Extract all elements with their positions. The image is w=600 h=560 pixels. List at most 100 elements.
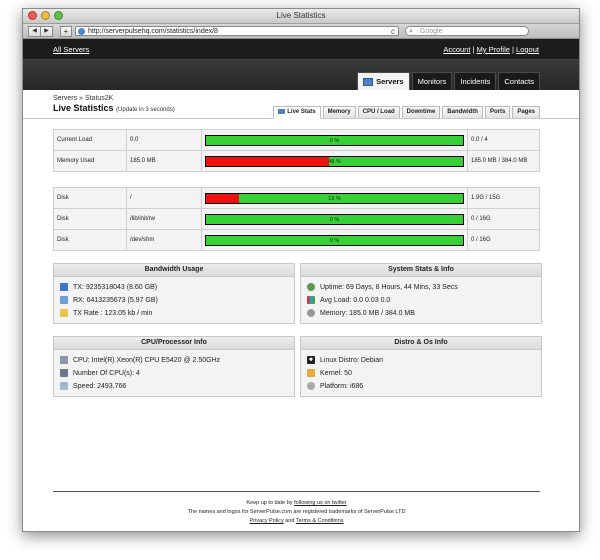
row-mount: /lib/init/rw — [126, 208, 202, 230]
panel-title: CPU/Processor Info — [54, 337, 294, 350]
bar-cell: 0 % — [201, 129, 468, 151]
tab-memory[interactable]: Memory — [322, 106, 356, 118]
row-name: Disk — [53, 187, 127, 209]
url-text: http://serverpulsehq.com/statistics/inde… — [88, 28, 218, 35]
rx-icon — [60, 296, 68, 305]
terms-link[interactable]: Terms & Conditions — [296, 518, 344, 524]
usage-percent: 13 % — [328, 195, 341, 202]
tab-pages[interactable]: Pages — [512, 106, 540, 118]
browser-toolbar: ◀ ▶ + http://serverpulsehq.com/statistic… — [23, 24, 579, 39]
panel-title: Bandwidth Usage — [54, 264, 294, 277]
usage-bar: 0 % — [205, 134, 464, 146]
tab-monitors[interactable]: Monitors — [411, 72, 453, 90]
usage-bar: 48 % — [205, 155, 464, 167]
forward-button[interactable]: ▶ — [41, 26, 53, 37]
table-row: Disk /dev/shm 0 % 0 / 16G — [53, 229, 540, 251]
reload-icon[interactable]: c — [391, 27, 395, 37]
tab-ports[interactable]: Ports — [484, 106, 511, 118]
sub-tabs: Live Stats Memory CPU / Load Downtime Ba… — [273, 106, 540, 119]
separator: | — [512, 45, 514, 54]
cpu-icon — [60, 356, 68, 365]
page-title-text: Live Statistics — [53, 103, 114, 113]
platform-value: Platform: i686 — [320, 383, 364, 390]
account-link[interactable]: Account — [443, 45, 470, 54]
list-item: Platform: i686 — [301, 380, 541, 393]
usage-bar: 13 % — [205, 192, 464, 204]
bar-cell: 0 % — [201, 229, 468, 251]
main-nav: Servers Monitors Incidents Contacts — [23, 59, 579, 90]
search-input[interactable]: ⌕ Google — [405, 26, 529, 36]
back-button[interactable]: ◀ — [28, 26, 41, 37]
servers-icon — [363, 78, 374, 87]
page-footer: Keep up to date by following us on twitt… — [53, 491, 540, 526]
row-name: Memory Used — [53, 150, 127, 172]
page-title: Live Statistics (Update in 3 seconds) — [53, 103, 175, 113]
logout-link[interactable]: Logout — [516, 45, 539, 54]
window-title: Live Statistics — [276, 11, 326, 20]
row-total: 0 / 16G — [467, 229, 540, 251]
list-item: Speed: 2493.766 — [54, 380, 294, 393]
add-tab-button[interactable]: + — [60, 26, 72, 37]
cpu-model: CPU: Intel(R) Xeon(R) CPU E5420 @ 2.50GH… — [73, 357, 221, 364]
row-total: 1.9G / 15G — [467, 187, 540, 209]
breadcrumb-servers-link[interactable]: Servers — [53, 95, 77, 102]
cpu-speed: Speed: 2493.766 — [73, 383, 127, 390]
row-total: 185.0 MB / 384.0 MB — [467, 150, 540, 172]
load-table: Current Load 0.0 0 % 0.0 / 4 Memory Used… — [53, 129, 540, 172]
usage-percent: 0 % — [329, 216, 340, 223]
row-name: Disk — [53, 208, 127, 230]
usage-percent: 0 % — [329, 237, 340, 244]
footer-text: and — [283, 518, 296, 524]
avg-load-icon — [307, 296, 315, 305]
memory-icon — [307, 309, 315, 318]
tab-servers[interactable]: Servers — [357, 72, 410, 90]
tab-contacts[interactable]: Contacts — [498, 72, 540, 90]
minimize-window-button[interactable] — [41, 11, 50, 20]
table-row: Memory Used 185.0 MB 48 % 185.0 MB / 384… — [53, 150, 540, 172]
bar-cell: 48 % — [201, 150, 468, 172]
table-row: Disk / 13 % 1.9G / 15G — [53, 187, 540, 209]
usage-percent: 48 % — [328, 158, 341, 165]
browser-window: Live Statistics ◀ ▶ + http://serverpulse… — [22, 8, 580, 532]
breadcrumb: Servers » Status2K — [53, 95, 113, 102]
close-window-button[interactable] — [28, 11, 37, 20]
usage-bar: 0 % — [205, 213, 464, 225]
tab-live-stats[interactable]: Live Stats — [273, 106, 321, 119]
twitter-link[interactable]: following us on twitter — [294, 500, 347, 506]
footer-trademark: The names and logos for ServerPulse.com … — [187, 509, 406, 515]
tab-label: Live Stats — [287, 109, 316, 115]
row-total: 0 / 16G — [467, 208, 540, 230]
distro-name: Linux Distro: Debian — [320, 357, 384, 364]
footer-text: Keep up to date by — [246, 500, 295, 506]
address-bar[interactable]: http://serverpulsehq.com/statistics/inde… — [75, 26, 399, 36]
uptime-value: Uptime: 69 Days, 8 Hours, 44 Mins, 33 Se… — [320, 284, 458, 291]
tab-incidents[interactable]: Incidents — [454, 72, 497, 90]
list-item: Linux Distro: Debian — [301, 354, 541, 367]
tab-cpu-load[interactable]: CPU / Load — [357, 106, 400, 118]
privacy-policy-link[interactable]: Privacy Policy — [249, 518, 283, 524]
speed-icon — [60, 382, 68, 391]
table-row: Current Load 0.0 0 % 0.0 / 4 — [53, 129, 540, 151]
linux-icon — [307, 356, 315, 365]
table-row: Disk /lib/init/rw 0 % 0 / 16G — [53, 208, 540, 230]
tab-bandwidth[interactable]: Bandwidth — [442, 106, 483, 118]
my-profile-link[interactable]: My Profile — [477, 45, 510, 54]
memory-value: Memory: 185.0 MB / 384.0 MB — [320, 310, 415, 317]
row-name: Current Load — [53, 129, 127, 151]
separator: | — [472, 45, 475, 54]
zoom-window-button[interactable] — [54, 11, 63, 20]
tab-label: Servers — [376, 77, 404, 86]
usage-percent: 0 % — [329, 137, 340, 144]
live-stats-icon — [278, 108, 286, 114]
list-item: Avg Load: 0.0 0.03 0.0 — [301, 294, 541, 307]
all-servers-link[interactable]: All Servers — [53, 45, 89, 54]
tab-downtime[interactable]: Downtime — [401, 106, 441, 118]
rate-value: TX Rate : 123.05 kb / min — [73, 310, 153, 317]
globe-icon — [78, 28, 85, 35]
window-controls — [28, 11, 63, 20]
breadcrumb-separator: » — [79, 95, 83, 102]
search-placeholder: Google — [420, 28, 443, 35]
platform-icon — [307, 382, 315, 391]
list-item: Uptime: 69 Days, 8 Hours, 44 Mins, 33 Se… — [301, 281, 541, 294]
search-icon: ⌕ — [409, 28, 413, 35]
